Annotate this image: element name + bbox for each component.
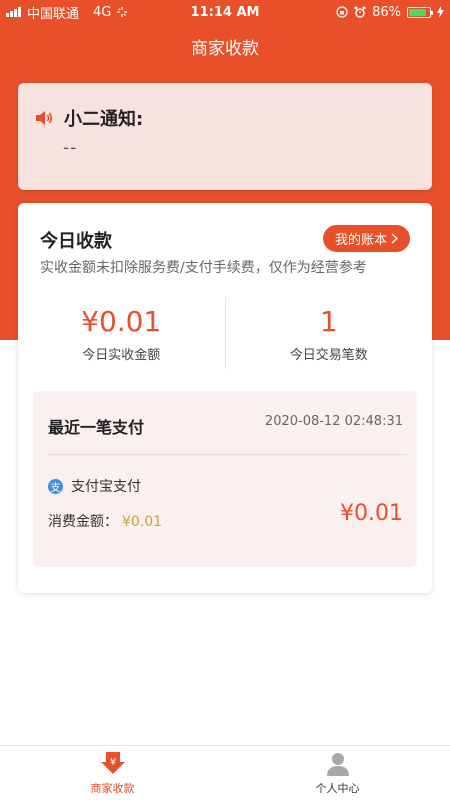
consumption-amount-label: 消费金额： (48, 514, 118, 530)
status-time: 11:14 AM (190, 4, 260, 20)
consumption-amount-row: 消费金额： ¥0.01 (48, 511, 162, 531)
tab-personal-center[interactable]: 个人中心 (225, 746, 450, 800)
stat-label: 今日实收金额 (82, 348, 161, 363)
loading-icon (117, 7, 128, 17)
divider (48, 454, 407, 455)
carrier-label: 中国联通 (27, 6, 80, 22)
tab-label: 商家收款 (90, 782, 135, 795)
last-payment-amount: ¥0.01 (340, 501, 403, 526)
tab-label: 个人中心 (315, 782, 360, 795)
status-bar: 中国联通 4G 11:14 AM 86% (0, 0, 450, 24)
payment-method: 支 支付宝支付 (48, 476, 141, 496)
today-title: 今日收款 (40, 231, 112, 252)
today-summary-card: 今日收款 我的账本 实收金额未扣除服务费/支付手续费，仅作为经营参考 ¥0.01… (18, 203, 432, 593)
today-note: 实收金额未扣除服务费/支付手续费，仅作为经营参考 (40, 260, 367, 276)
consumption-amount-value: ¥0.01 (122, 514, 163, 530)
stat-value: 1 (319, 305, 338, 338)
network-label: 4G (93, 4, 112, 20)
speaker-icon (36, 111, 53, 125)
chevron-right-icon (391, 233, 399, 244)
stat-transaction-count: 1 今日交易笔数 (226, 295, 433, 375)
last-payment-card[interactable]: 最近一笔支付 2020-08-12 02:48:31 支 支付宝支付 消费金额：… (33, 391, 417, 567)
signal-icon (6, 7, 21, 17)
battery-icon (407, 6, 433, 18)
notice-body: -- (63, 138, 78, 158)
last-payment-time: 2020-08-12 02:48:31 (264, 414, 403, 429)
orientation-lock-icon (336, 6, 348, 18)
yuan-arrow-icon: ¥ (100, 752, 125, 774)
last-payment-title: 最近一笔支付 (48, 418, 145, 437)
svg-text:¥: ¥ (109, 757, 115, 768)
stat-value: ¥0.01 (81, 305, 162, 338)
tab-bar: ¥ 商家收款 个人中心 (0, 745, 450, 800)
stat-received-amount: ¥0.01 今日实收金额 (18, 295, 225, 375)
today-stats: ¥0.01 今日实收金额 1 今日交易笔数 (18, 295, 432, 375)
notice-card: 小二通知: -- (18, 83, 432, 190)
notice-title: 小二通知: (64, 109, 144, 130)
my-ledger-label: 我的账本 (335, 233, 388, 248)
payment-method-label: 支付宝支付 (71, 479, 141, 495)
page-title: 商家收款 (191, 39, 259, 59)
alipay-icon: 支 (48, 478, 63, 494)
alarm-icon (354, 6, 366, 18)
person-icon (326, 753, 349, 776)
stat-label: 今日交易笔数 (289, 348, 368, 363)
my-ledger-button[interactable]: 我的账本 (323, 225, 411, 252)
charging-icon (437, 6, 444, 18)
tab-merchant-payment[interactable]: ¥ 商家收款 (0, 746, 225, 800)
battery-percent: 86% (372, 4, 401, 20)
